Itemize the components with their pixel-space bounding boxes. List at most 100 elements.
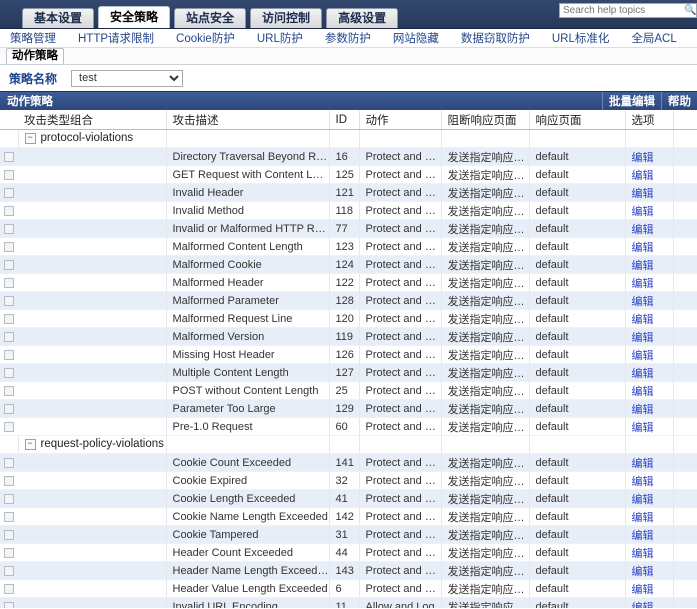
row-options-cell[interactable]: 编辑 [625,183,674,202]
row-options-cell[interactable]: 编辑 [625,525,674,544]
row-checkbox-cell[interactable] [0,543,18,562]
row-checkbox[interactable] [4,187,14,198]
row-options-cell[interactable]: 编辑 [625,201,674,220]
row-checkbox-cell[interactable] [0,489,18,508]
row-checkbox-cell[interactable] [0,147,18,166]
row-checkbox[interactable] [4,511,14,522]
tab-2[interactable]: 站点安全 [174,8,247,28]
subtab-action-policy[interactable]: 动作策略 [6,48,64,64]
help-search-box[interactable]: 🔍 [559,3,697,18]
row-options-cell[interactable]: 编辑 [625,471,674,490]
tab-4[interactable]: 高级设置 [326,8,399,28]
table-row[interactable]: Cookie Expired 32 Protect and Log 发送指定响应… de… [0,471,697,490]
table-row[interactable]: Cookie Length Exceeded 41 Protect and Log 发… [0,489,697,508]
row-options-cell[interactable]: 编辑 [625,561,674,580]
table-row[interactable]: Invalid Method 118 Protect and Log 发送指定响应… d… [0,201,697,220]
table-row[interactable]: Malformed Request Line 120 Protect and Log… [0,309,697,328]
row-options-cell-link[interactable]: 编辑 [632,152,654,164]
row-options-cell-link[interactable]: 编辑 [632,350,654,362]
row-checkbox-cell[interactable] [0,363,18,382]
row-options-cell-link[interactable]: 编辑 [632,206,654,218]
subnav-item-7[interactable]: URL标准化 [541,30,621,46]
header-select-all[interactable] [0,111,18,130]
row-options-cell[interactable]: 编辑 [625,453,674,472]
row-checkbox-cell[interactable] [0,291,18,310]
row-options-cell[interactable]: 编辑 [625,219,674,238]
row-options-cell-link[interactable]: 编辑 [632,494,654,506]
header-attack-desc[interactable]: 攻击描述 [166,111,330,130]
subnav-item-3[interactable]: URL防护 [246,30,314,46]
row-options-cell[interactable]: 编辑 [625,309,674,328]
subnav-item-6[interactable]: 数据窃取防护 [450,30,541,46]
row-checkbox-cell[interactable] [0,525,18,544]
row-checkbox[interactable] [4,565,14,576]
subnav-item-1[interactable]: HTTP请求限制 [67,30,165,46]
row-options-cell-link[interactable]: 编辑 [632,332,654,344]
subnav-item-8[interactable]: 全局ACL [620,30,687,46]
row-checkbox[interactable] [4,349,14,360]
row-checkbox-cell[interactable] [0,561,18,580]
row-options-cell[interactable]: 编辑 [625,489,674,508]
row-checkbox[interactable] [4,403,14,414]
table-row[interactable]: Multiple Content Length 127 Protect and Lo… [0,363,697,382]
table-row[interactable]: Malformed Cookie 124 Protect and Log 发送指定响应… [0,255,697,274]
table-row[interactable]: Invalid URL Encoding 11 Allow and Log 发送指定响… [0,597,697,609]
row-options-cell-link[interactable]: 编辑 [632,566,654,578]
row-checkbox[interactable] [4,169,14,180]
table-row[interactable]: Parameter Too Large 129 Protect and Log 发送指… [0,399,697,418]
row-options-cell-link[interactable]: 编辑 [632,422,654,434]
header-id[interactable]: ID [329,111,360,130]
table-row[interactable]: Header Value Length Exceeded 6 Protect and… [0,579,697,598]
row-options-cell-link[interactable]: 编辑 [632,170,654,182]
row-options-cell-link[interactable]: 编辑 [632,242,654,254]
row-checkbox-cell[interactable] [0,597,18,608]
row-options-cell[interactable]: 编辑 [625,543,674,562]
row-options-cell-link[interactable]: 编辑 [632,548,654,560]
row-options-cell-link[interactable]: 编辑 [632,368,654,380]
row-options-cell-link[interactable]: 编辑 [632,602,654,609]
row-checkbox[interactable] [4,547,14,558]
row-checkbox[interactable] [4,259,14,270]
search-input[interactable] [560,4,684,17]
row-options-cell[interactable]: 编辑 [625,255,674,274]
row-checkbox-cell[interactable] [0,219,18,238]
batch-edit-button[interactable]: 批量编辑 [602,92,661,110]
row-checkbox-cell[interactable] [0,237,18,256]
group-name-cell[interactable]: − protocol-violations [18,129,167,148]
table-row[interactable]: Cookie Tampered 31 Protect and Log 发送指定响应… d… [0,525,697,544]
row-checkbox-cell[interactable] [0,579,18,598]
table-row[interactable]: Header Count Exceeded 44 Protect and Log 发送… [0,543,697,562]
table-row[interactable]: Cookie Count Exceeded 141 Protect and Log 发… [0,453,697,472]
row-options-cell[interactable]: 编辑 [625,579,674,598]
table-row[interactable]: Missing Host Header 126 Protect and Log 发送指… [0,345,697,364]
table-row[interactable]: POST without Content Length 25 Protect and… [0,381,697,400]
help-button[interactable]: 帮助 [661,92,697,110]
row-checkbox[interactable] [4,385,14,396]
row-checkbox-cell[interactable] [0,255,18,274]
row-checkbox-cell[interactable] [0,471,18,490]
row-checkbox[interactable] [4,295,14,306]
header-attack-type[interactable]: 攻击类型组合 [18,111,167,130]
row-checkbox-cell[interactable] [0,507,18,526]
row-checkbox-cell[interactable] [0,183,18,202]
row-options-cell-link[interactable]: 编辑 [632,458,654,470]
row-checkbox[interactable] [4,601,14,608]
table-row[interactable]: Malformed Version 119 Protect and Log 发送指定响… [0,327,697,346]
row-options-cell-link[interactable]: 编辑 [632,530,654,542]
table-group-row[interactable]: − protocol-violations [0,129,697,148]
row-options-cell-link[interactable]: 编辑 [632,476,654,488]
table-row[interactable]: Malformed Parameter 128 Protect and Log 发送指… [0,291,697,310]
row-checkbox[interactable] [4,205,14,216]
row-options-cell[interactable]: 编辑 [625,273,674,292]
subnav-item-0[interactable]: 策略管理 [4,30,67,46]
row-checkbox-cell[interactable] [0,345,18,364]
row-options-cell-link[interactable]: 编辑 [632,278,654,290]
subnav-item-4[interactable]: 参数防护 [314,30,382,46]
header-block-page[interactable]: 阻断响应页面 [441,111,530,130]
table-row[interactable]: Directory Traversal Beyond Root 16 Protect… [0,147,697,166]
tab-3[interactable]: 访问控制 [250,8,323,28]
row-options-cell[interactable]: 编辑 [625,327,674,346]
tab-0[interactable]: 基本设置 [22,8,95,28]
row-checkbox[interactable] [4,457,14,468]
row-checkbox[interactable] [4,223,14,234]
